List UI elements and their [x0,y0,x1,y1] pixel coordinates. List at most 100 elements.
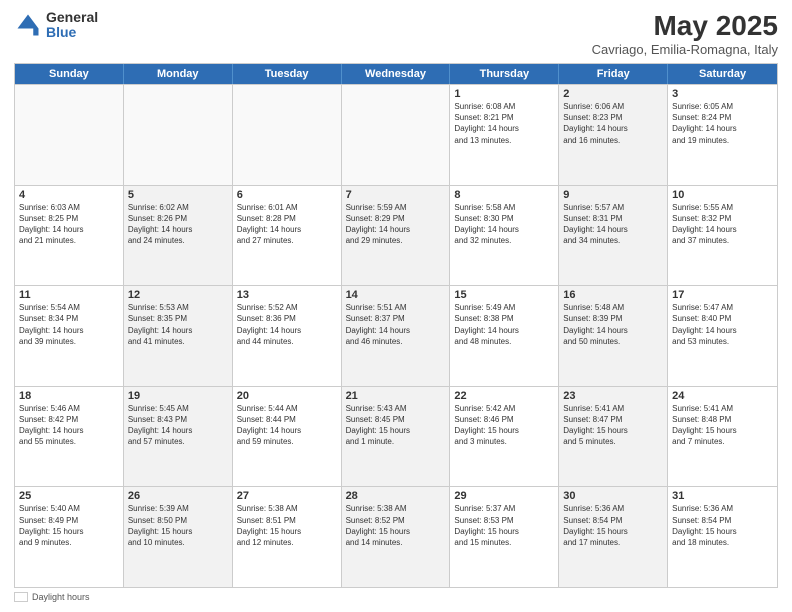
subtitle: Cavriago, Emilia-Romagna, Italy [592,42,778,57]
cell-detail: Sunrise: 5:46 AM Sunset: 8:42 PM Dayligh… [19,403,119,448]
calendar-cell: 24Sunrise: 5:41 AM Sunset: 8:48 PM Dayli… [668,387,777,487]
cell-detail: Sunrise: 6:06 AM Sunset: 8:23 PM Dayligh… [563,101,663,146]
day-number: 4 [19,189,119,201]
cell-detail: Sunrise: 5:41 AM Sunset: 8:47 PM Dayligh… [563,403,663,448]
day-number: 22 [454,390,554,402]
day-number: 10 [672,189,773,201]
cell-detail: Sunrise: 5:59 AM Sunset: 8:29 PM Dayligh… [346,202,446,247]
cell-detail: Sunrise: 5:51 AM Sunset: 8:37 PM Dayligh… [346,302,446,347]
calendar-cell: 15Sunrise: 5:49 AM Sunset: 8:38 PM Dayli… [450,286,559,386]
calendar-cell: 17Sunrise: 5:47 AM Sunset: 8:40 PM Dayli… [668,286,777,386]
cell-detail: Sunrise: 6:08 AM Sunset: 8:21 PM Dayligh… [454,101,554,146]
calendar-row: 4Sunrise: 6:03 AM Sunset: 8:25 PM Daylig… [15,185,777,286]
day-number: 16 [563,289,663,301]
day-number: 1 [454,88,554,100]
cell-detail: Sunrise: 5:41 AM Sunset: 8:48 PM Dayligh… [672,403,773,448]
calendar-cell: 29Sunrise: 5:37 AM Sunset: 8:53 PM Dayli… [450,487,559,587]
calendar-cell: 30Sunrise: 5:36 AM Sunset: 8:54 PM Dayli… [559,487,668,587]
cell-detail: Sunrise: 5:53 AM Sunset: 8:35 PM Dayligh… [128,302,228,347]
calendar-cell: 3Sunrise: 6:05 AM Sunset: 8:24 PM Daylig… [668,85,777,185]
calendar-header-cell: Sunday [15,64,124,84]
cell-detail: Sunrise: 5:38 AM Sunset: 8:52 PM Dayligh… [346,503,446,548]
day-number: 23 [563,390,663,402]
cell-detail: Sunrise: 5:40 AM Sunset: 8:49 PM Dayligh… [19,503,119,548]
calendar-header-cell: Saturday [668,64,777,84]
day-number: 31 [672,490,773,502]
calendar-cell: 5Sunrise: 6:02 AM Sunset: 8:26 PM Daylig… [124,186,233,286]
day-number: 5 [128,189,228,201]
legend-item-daylight: Daylight hours [14,592,90,602]
day-number: 24 [672,390,773,402]
day-number: 29 [454,490,554,502]
day-number: 14 [346,289,446,301]
day-number: 18 [19,390,119,402]
calendar-body: 1Sunrise: 6:08 AM Sunset: 8:21 PM Daylig… [15,84,777,587]
cell-detail: Sunrise: 5:37 AM Sunset: 8:53 PM Dayligh… [454,503,554,548]
calendar-row: 25Sunrise: 5:40 AM Sunset: 8:49 PM Dayli… [15,486,777,587]
day-number: 17 [672,289,773,301]
logo: General Blue [14,10,98,41]
cell-detail: Sunrise: 5:43 AM Sunset: 8:45 PM Dayligh… [346,403,446,448]
calendar-cell: 6Sunrise: 6:01 AM Sunset: 8:28 PM Daylig… [233,186,342,286]
cell-detail: Sunrise: 6:05 AM Sunset: 8:24 PM Dayligh… [672,101,773,146]
day-number: 28 [346,490,446,502]
calendar: SundayMondayTuesdayWednesdayThursdayFrid… [14,63,778,588]
calendar-cell: 22Sunrise: 5:42 AM Sunset: 8:46 PM Dayli… [450,387,559,487]
calendar-header-cell: Tuesday [233,64,342,84]
cell-detail: Sunrise: 5:55 AM Sunset: 8:32 PM Dayligh… [672,202,773,247]
cell-detail: Sunrise: 5:47 AM Sunset: 8:40 PM Dayligh… [672,302,773,347]
calendar-cell: 19Sunrise: 5:45 AM Sunset: 8:43 PM Dayli… [124,387,233,487]
calendar-cell [15,85,124,185]
cell-detail: Sunrise: 5:44 AM Sunset: 8:44 PM Dayligh… [237,403,337,448]
cell-detail: Sunrise: 5:48 AM Sunset: 8:39 PM Dayligh… [563,302,663,347]
calendar-row: 18Sunrise: 5:46 AM Sunset: 8:42 PM Dayli… [15,386,777,487]
calendar-cell: 8Sunrise: 5:58 AM Sunset: 8:30 PM Daylig… [450,186,559,286]
calendar-cell: 18Sunrise: 5:46 AM Sunset: 8:42 PM Dayli… [15,387,124,487]
cell-detail: Sunrise: 5:52 AM Sunset: 8:36 PM Dayligh… [237,302,337,347]
title-block: May 2025 Cavriago, Emilia-Romagna, Italy [592,10,778,57]
calendar-header-cell: Wednesday [342,64,451,84]
calendar-cell: 26Sunrise: 5:39 AM Sunset: 8:50 PM Dayli… [124,487,233,587]
day-number: 13 [237,289,337,301]
daylight-label: Daylight hours [32,592,90,602]
calendar-cell [124,85,233,185]
logo-general: General [46,10,98,25]
calendar-cell: 20Sunrise: 5:44 AM Sunset: 8:44 PM Dayli… [233,387,342,487]
day-number: 30 [563,490,663,502]
header: General Blue May 2025 Cavriago, Emilia-R… [14,10,778,57]
cell-detail: Sunrise: 5:38 AM Sunset: 8:51 PM Dayligh… [237,503,337,548]
calendar-cell [342,85,451,185]
calendar-cell: 21Sunrise: 5:43 AM Sunset: 8:45 PM Dayli… [342,387,451,487]
day-number: 25 [19,490,119,502]
calendar-cell: 16Sunrise: 5:48 AM Sunset: 8:39 PM Dayli… [559,286,668,386]
calendar-cell: 31Sunrise: 5:36 AM Sunset: 8:54 PM Dayli… [668,487,777,587]
day-number: 2 [563,88,663,100]
calendar-cell: 1Sunrise: 6:08 AM Sunset: 8:21 PM Daylig… [450,85,559,185]
calendar-cell: 7Sunrise: 5:59 AM Sunset: 8:29 PM Daylig… [342,186,451,286]
day-number: 9 [563,189,663,201]
day-number: 21 [346,390,446,402]
day-number: 12 [128,289,228,301]
cell-detail: Sunrise: 5:57 AM Sunset: 8:31 PM Dayligh… [563,202,663,247]
cell-detail: Sunrise: 6:01 AM Sunset: 8:28 PM Dayligh… [237,202,337,247]
logo-icon [14,11,42,39]
page: General Blue May 2025 Cavriago, Emilia-R… [0,0,792,612]
cell-detail: Sunrise: 6:02 AM Sunset: 8:26 PM Dayligh… [128,202,228,247]
calendar-cell: 4Sunrise: 6:03 AM Sunset: 8:25 PM Daylig… [15,186,124,286]
calendar-cell: 10Sunrise: 5:55 AM Sunset: 8:32 PM Dayli… [668,186,777,286]
day-number: 26 [128,490,228,502]
calendar-cell: 9Sunrise: 5:57 AM Sunset: 8:31 PM Daylig… [559,186,668,286]
calendar-header-cell: Friday [559,64,668,84]
calendar-cell: 12Sunrise: 5:53 AM Sunset: 8:35 PM Dayli… [124,286,233,386]
calendar-header-cell: Thursday [450,64,559,84]
calendar-cell: 11Sunrise: 5:54 AM Sunset: 8:34 PM Dayli… [15,286,124,386]
cell-detail: Sunrise: 5:36 AM Sunset: 8:54 PM Dayligh… [672,503,773,548]
legend-box-daylight [14,592,28,602]
cell-detail: Sunrise: 5:45 AM Sunset: 8:43 PM Dayligh… [128,403,228,448]
calendar-cell: 2Sunrise: 6:06 AM Sunset: 8:23 PM Daylig… [559,85,668,185]
day-number: 6 [237,189,337,201]
day-number: 27 [237,490,337,502]
logo-text: General Blue [46,10,98,41]
calendar-cell [233,85,342,185]
day-number: 19 [128,390,228,402]
